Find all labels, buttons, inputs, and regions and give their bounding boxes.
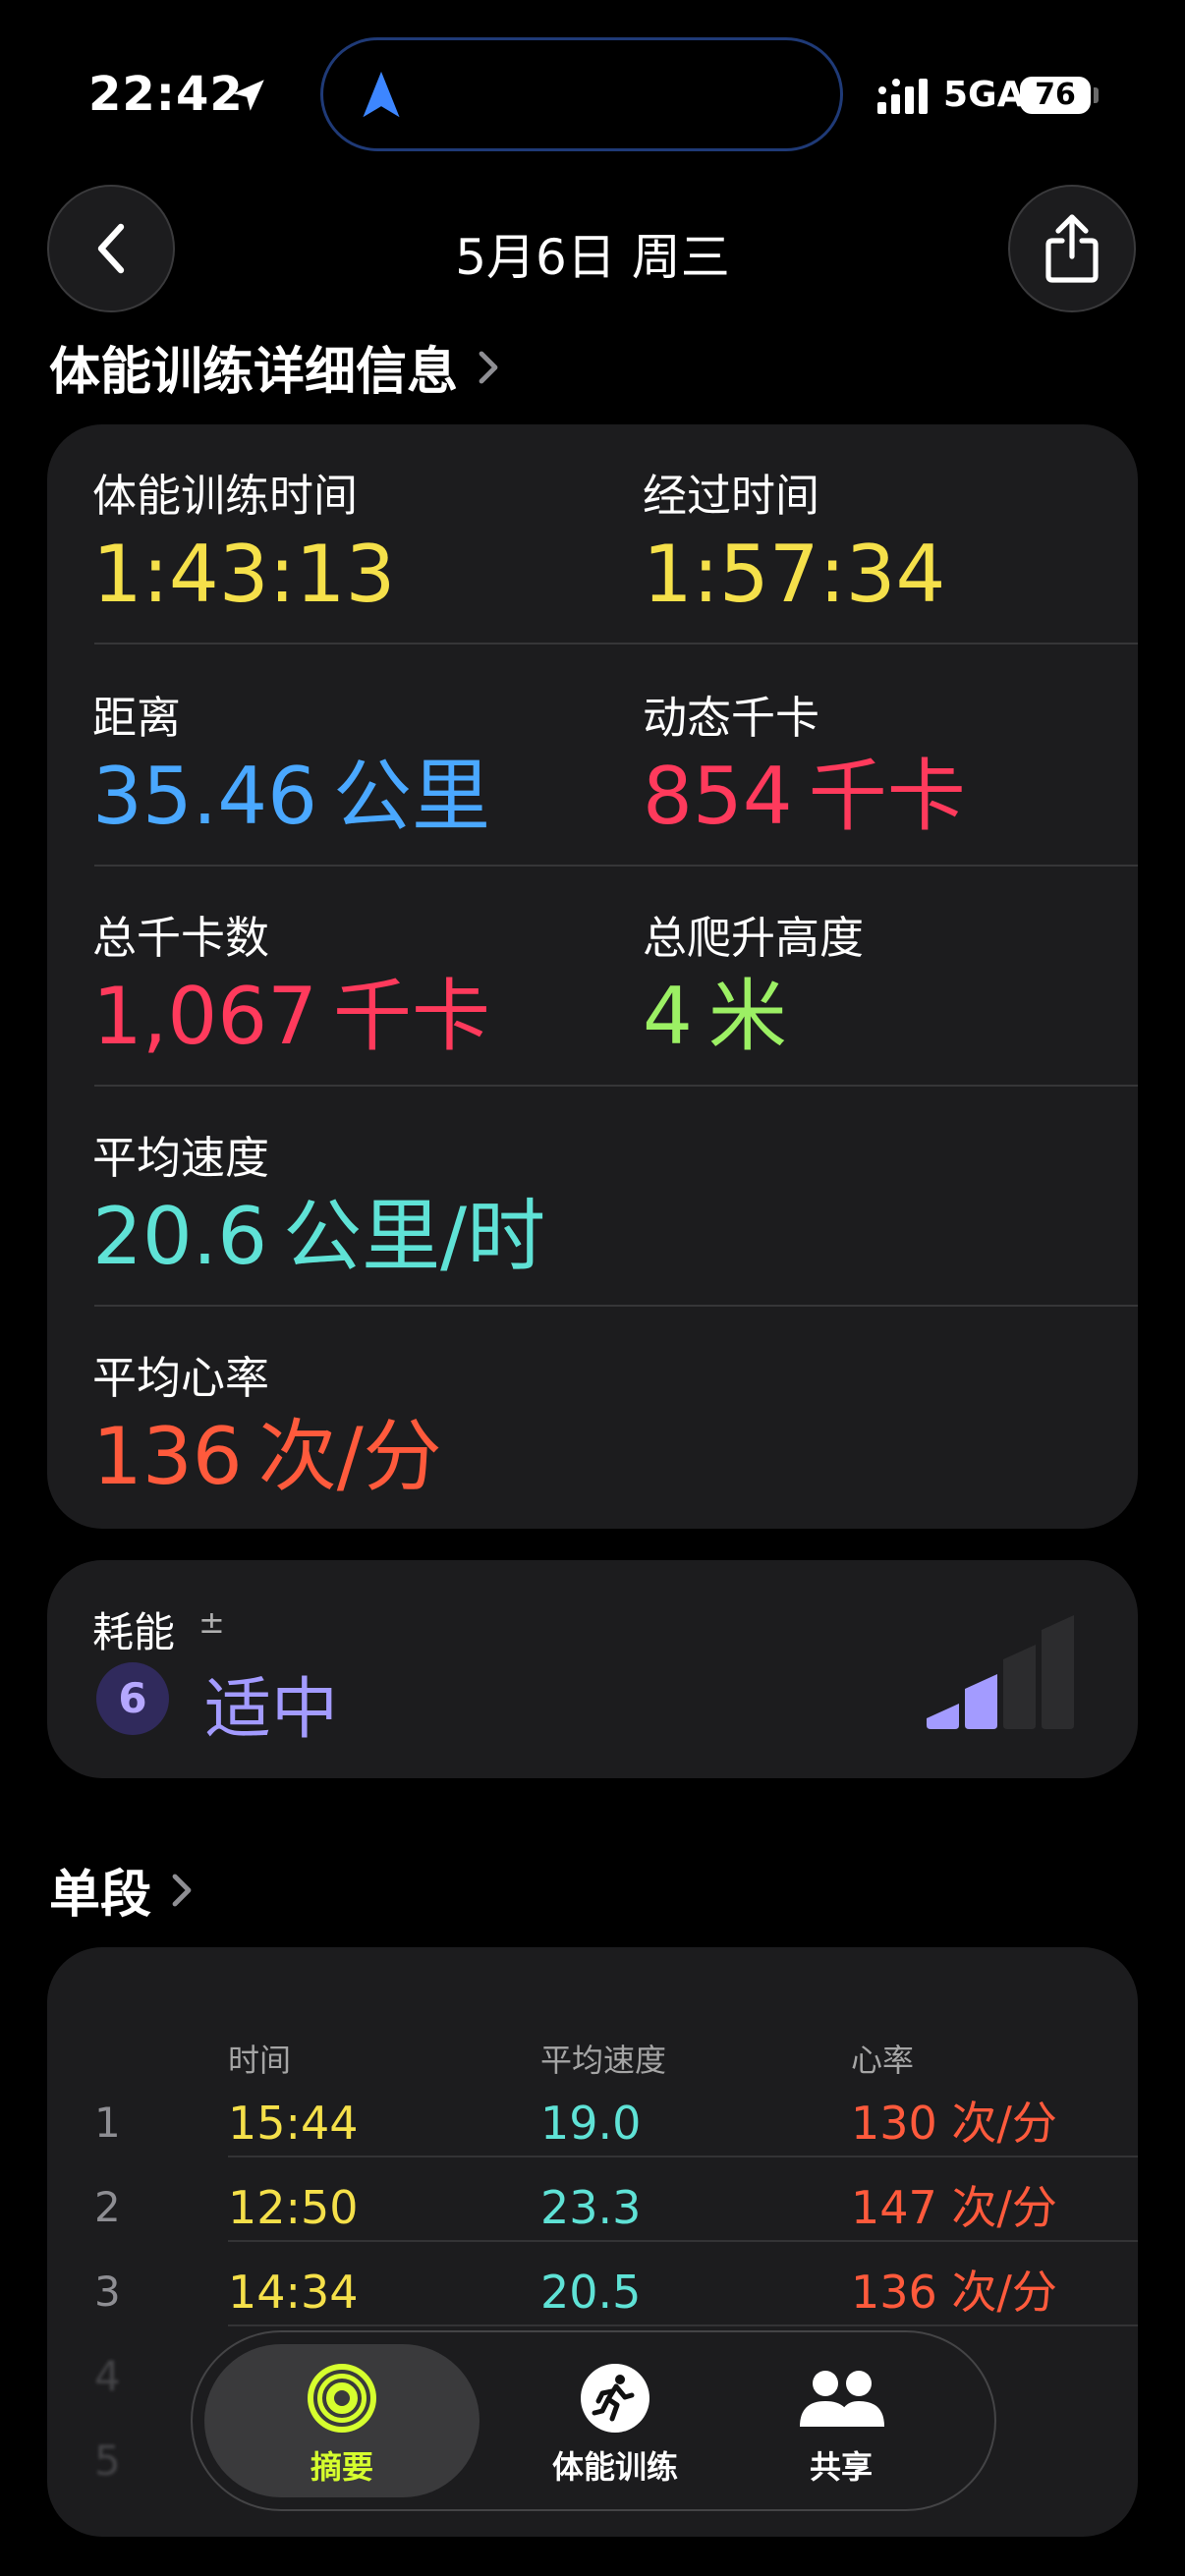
effort-bar — [1042, 1615, 1074, 1729]
metric-label: 平均速度 — [92, 1132, 270, 1184]
status-bar: 22:42 5GA 76 — [0, 0, 1185, 187]
table-row: 3 14:34 20.5 136 次/分 — [94, 2250, 1138, 2334]
metric-elapsed-time: 经过时间 1:57:34 — [643, 460, 945, 622]
divider — [228, 2240, 1138, 2242]
page-title: 5月6日 周三 — [455, 229, 730, 286]
splits-section-label: 单段 — [49, 1866, 152, 1925]
metric-value: 1:57:34 — [643, 529, 946, 620]
details-section-label: 体能训练详细信息 — [49, 343, 459, 402]
details-card: 体能训练时间 1:43:13 经过时间 1:57:34 距离 35.46 公里 动… — [47, 424, 1138, 1529]
split-hr: 147 次/分 — [851, 2181, 1057, 2234]
details-section-title[interactable]: 体能训练详细信息 — [49, 330, 499, 404]
tab-workouts[interactable]: 体能训练 — [517, 2344, 713, 2497]
effort-plus-minus: ± — [198, 1603, 225, 1641]
share-icon — [1045, 214, 1099, 283]
metric-value: 1,067 千卡 — [92, 971, 491, 1062]
metric-label: 总千卡数 — [92, 912, 270, 964]
split-time: 15:44 — [228, 2097, 359, 2150]
metric-value: 1:43:13 — [92, 529, 396, 620]
split-time: 14:34 — [228, 2266, 359, 2319]
metric-value: 20.6 公里/时 — [92, 1191, 546, 1282]
tab-label: 摘要 — [310, 2448, 373, 2486]
status-time: 22:42 — [88, 67, 244, 122]
metric-label: 平均心率 — [92, 1352, 270, 1404]
metric-distance: 距离 35.46 公里 — [92, 682, 490, 844]
metric-active-kcal: 动态千卡 854 千卡 — [643, 682, 966, 844]
effort-bar — [927, 1704, 959, 1729]
splits-section-title[interactable]: 单段 — [49, 1853, 193, 1927]
metric-value: 136 次/分 — [92, 1411, 442, 1502]
tab-sharing[interactable]: 共享 — [743, 2344, 939, 2497]
metric-label: 经过时间 — [643, 470, 820, 522]
table-row: 2 12:50 23.3 147 次/分 — [94, 2165, 1138, 2250]
running-figure-icon — [581, 2364, 649, 2433]
split-index: 2 — [94, 2183, 121, 2231]
navigation-icon — [363, 71, 400, 118]
divider — [228, 2324, 1138, 2326]
signal-icon — [877, 79, 928, 114]
metric-elevation: 总爬升高度 4米 — [643, 902, 864, 1064]
effort-score-badge: 6 — [96, 1662, 169, 1735]
split-index: 1 — [94, 2099, 121, 2147]
chevron-right-icon — [172, 1874, 192, 1906]
network-label: 5GA — [943, 75, 1025, 115]
metric-value: 35.46 公里 — [92, 751, 491, 842]
share-button[interactable] — [1008, 185, 1136, 312]
metric-total-kcal: 总千卡数 1,067 千卡 — [92, 902, 490, 1064]
split-index: 4 — [94, 2352, 121, 2400]
tab-bar: 摘要 体能训练 共享 — [191, 2330, 996, 2511]
effort-label: 耗能 — [92, 1608, 176, 1656]
effort-bar — [1003, 1645, 1036, 1729]
people-icon — [800, 2371, 884, 2427]
location-arrow-icon — [233, 80, 264, 111]
metric-workout-time: 体能训练时间 1:43:13 — [92, 460, 395, 622]
divider — [228, 2156, 1138, 2157]
metric-label: 体能训练时间 — [92, 470, 359, 522]
divider — [94, 1085, 1138, 1087]
split-speed: 23.3 — [540, 2181, 642, 2234]
chevron-right-icon — [479, 351, 498, 383]
metric-label: 总爬升高度 — [643, 912, 865, 964]
splits-header-time: 时间 — [228, 2042, 292, 2079]
metric-avg-speed: 平均速度 20.6 公里/时 — [92, 1122, 545, 1284]
split-hr: 136 次/分 — [851, 2266, 1057, 2319]
table-row: 1 15:44 19.0 130 次/分 — [94, 2081, 1138, 2165]
battery-tip — [1094, 87, 1099, 103]
metric-label: 动态千卡 — [643, 692, 820, 744]
metric-label: 距离 — [92, 692, 182, 744]
divider — [94, 865, 1138, 867]
metric-avg-hr: 平均心率 136 次/分 — [92, 1342, 442, 1504]
divider — [94, 643, 1138, 644]
activity-rings-icon — [308, 2364, 376, 2433]
split-index: 5 — [94, 2436, 121, 2485]
split-speed: 20.5 — [540, 2266, 642, 2319]
metric-value: 4米 — [643, 971, 787, 1062]
tab-summary[interactable]: 摘要 — [204, 2344, 480, 2497]
effort-bar — [965, 1674, 997, 1729]
tab-label: 体能训练 — [551, 2448, 678, 2486]
dynamic-island[interactable] — [320, 37, 843, 151]
split-time: 12:50 — [228, 2181, 359, 2234]
tab-label: 共享 — [809, 2448, 873, 2486]
split-speed: 19.0 — [540, 2097, 642, 2150]
split-hr: 130 次/分 — [851, 2097, 1057, 2150]
split-index: 3 — [94, 2268, 121, 2316]
splits-header-hr: 心率 — [851, 2042, 915, 2079]
metric-value: 854 千卡 — [643, 751, 966, 842]
effort-card[interactable]: 耗能 ± 6 适中 — [47, 1560, 1138, 1778]
effort-level-bars — [927, 1615, 1074, 1729]
battery-icon: 76 — [1020, 77, 1091, 114]
splits-header-speed: 平均速度 — [540, 2042, 667, 2079]
effort-level-text: 适中 — [204, 1671, 339, 1749]
divider — [94, 1305, 1138, 1307]
